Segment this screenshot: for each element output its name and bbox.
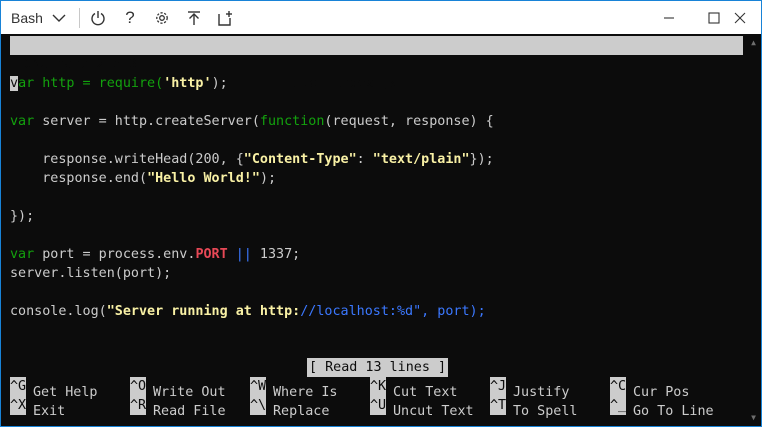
code-string: "text/plain": [372, 152, 470, 167]
shortcut-key: ^W: [250, 377, 266, 396]
close-button[interactable]: [717, 1, 762, 35]
code-token: server = http.createServer(: [34, 114, 260, 129]
code-string: "Content-Type": [243, 152, 357, 167]
code-comment: //localhost:%d", port);: [300, 304, 486, 319]
scrollbar[interactable]: ▲ ▼: [743, 34, 760, 426]
nano-filename: File: index.js: [285, 76, 398, 91]
code-keyword: function: [259, 114, 325, 129]
code-keyword: var: [10, 247, 35, 262]
help-icon[interactable]: ?: [117, 1, 143, 35]
title-bar: Bash ?: [0, 0, 762, 34]
shortcut-go-to-line[interactable]: ^_ Go To Line: [610, 396, 714, 419]
shortcut-to-spell[interactable]: ^T To Spell: [490, 396, 578, 419]
shortcut-key: ^O: [130, 377, 146, 396]
minimize-button[interactable]: [646, 1, 692, 35]
shell-label: Bash: [11, 10, 43, 26]
scroll-down-icon[interactable]: ▼: [751, 413, 756, 422]
code-token: ar http = require(: [18, 76, 164, 91]
shortcut-uncut-text[interactable]: ^U Uncut Text: [370, 396, 474, 419]
code-line[interactable]: var http = require('http');: [10, 74, 228, 93]
code-string: 'http': [163, 76, 212, 91]
shortcut-key: ^R: [130, 396, 146, 415]
power-icon[interactable]: [85, 1, 111, 35]
code-string: "Hello World!": [147, 171, 260, 186]
code-keyword: var: [10, 114, 35, 129]
text-cursor: v: [10, 76, 19, 91]
shortcut-key: ^C: [610, 377, 626, 396]
shortcut-write-out[interactable]: ^O Write Out: [130, 377, 226, 400]
shortcut-key: ^J: [490, 377, 506, 396]
nano-version: GNU nano 2.5.3: [24, 57, 137, 72]
shortcut-cur-pos[interactable]: ^C Cur Pos: [610, 377, 689, 400]
code-token: );: [211, 76, 228, 91]
scroll-up-icon[interactable]: ▲: [751, 38, 756, 47]
gear-icon[interactable]: [149, 1, 175, 35]
upload-icon[interactable]: [181, 1, 207, 35]
shortcut-read-file[interactable]: ^R Read File: [130, 396, 226, 419]
shortcut-key: ^T: [490, 396, 506, 415]
shell-selector[interactable]: Bash: [11, 1, 43, 35]
code-operator: ||: [235, 247, 252, 262]
shortcut-where-is[interactable]: ^W Where Is: [250, 377, 338, 400]
code-token: });: [469, 152, 494, 167]
shortcut-get-help[interactable]: ^G Get Help: [10, 377, 98, 400]
code-env-var: PORT: [195, 247, 228, 262]
shortcut-replace[interactable]: ^\ Replace: [250, 396, 329, 419]
shortcut-exit[interactable]: ^X Exit: [10, 396, 65, 419]
code-line[interactable]: console.log("Server running at http://lo…: [10, 302, 486, 321]
shortcut-cut-text[interactable]: ^K Cut Text: [370, 377, 458, 400]
shortcut-key: ^X: [10, 396, 26, 415]
open-frame-icon[interactable]: [213, 1, 239, 35]
code-token: (request, response) {: [324, 114, 494, 129]
code-line[interactable]: response.writeHead(200, {"Content-Type":…: [10, 150, 494, 169]
shortcut-justify[interactable]: ^J Justify: [490, 377, 569, 400]
shortcut-label: To Spell: [513, 404, 578, 419]
code-line[interactable]: });: [10, 207, 34, 226]
shortcut-key: ^K: [370, 377, 386, 396]
shortcut-label: Exit: [33, 404, 66, 419]
chevron-down-icon[interactable]: [49, 1, 69, 35]
shortcut-label: Go To Line: [633, 404, 714, 419]
shortcut-label: Replace: [273, 404, 330, 419]
code-token: console.log(: [10, 304, 107, 319]
status-message: [ Read 13 lines ]: [307, 358, 449, 377]
shortcut-key: ^G: [10, 377, 26, 396]
code-line[interactable]: var server = http.createServer(function(…: [10, 112, 494, 131]
code-token: 1337;: [251, 247, 301, 262]
nano-header: GNU nano 2.5.3 File: index.js: [10, 36, 743, 91]
code-token: );: [259, 171, 277, 186]
code-line[interactable]: response.end("Hello World!");: [10, 169, 276, 188]
shortcut-key: ^\: [250, 396, 266, 415]
code-token: :: [356, 152, 373, 167]
title-divider: [79, 8, 80, 28]
shortcut-key: ^U: [370, 396, 386, 415]
code-line[interactable]: var port = process.env.PORT || 1337;: [10, 245, 300, 264]
code-string: "Server running at http:: [106, 304, 301, 319]
shortcut-label: Read File: [153, 404, 226, 419]
code-line[interactable]: server.listen(port);: [10, 264, 171, 283]
code-token: port = process.env.: [34, 247, 196, 262]
shortcut-label: Uncut Text: [393, 404, 474, 419]
shortcut-key: ^_: [610, 396, 626, 415]
code-token: response.end(: [10, 171, 148, 186]
code-token: response.writeHead(200, {: [10, 152, 244, 167]
terminal[interactable]: GNU nano 2.5.3 File: index.js var http =…: [0, 34, 762, 427]
